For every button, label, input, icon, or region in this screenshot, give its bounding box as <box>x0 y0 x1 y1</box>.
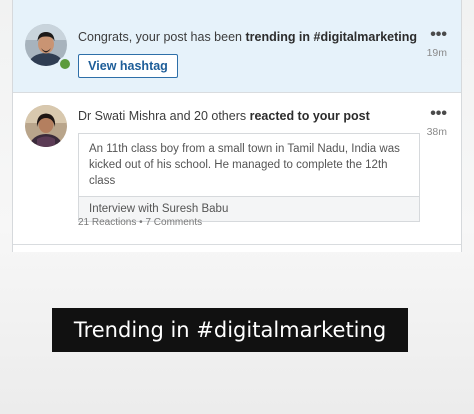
notifications-panel: Congrats, your post has been trending in… <box>12 0 462 252</box>
comments-count[interactable]: 7 Comments <box>145 217 202 228</box>
reactions-count[interactable]: 21 Reactions <box>78 217 136 228</box>
stats-separator: • <box>139 217 143 228</box>
notification-text-prefix: Dr Swati Mishra and 20 others <box>78 109 250 123</box>
avatar[interactable] <box>25 105 67 147</box>
notification-text-bold: trending in #digitalmarketing <box>245 30 418 44</box>
notification-timestamp: 19m <box>426 47 447 59</box>
online-status-indicator <box>58 57 72 71</box>
post-preview-card[interactable]: An 11th class boy from a small town in T… <box>78 133 420 222</box>
notification-text[interactable]: Congrats, your post has been trending in… <box>78 29 417 45</box>
notification-text[interactable]: Dr Swati Mishra and 20 others reacted to… <box>78 108 370 124</box>
more-options-icon[interactable]: ••• <box>430 106 447 122</box>
notification-trending[interactable]: Congrats, your post has been trending in… <box>13 0 461 93</box>
notification-timestamp: 38m <box>426 126 447 138</box>
notification-reactions[interactable]: Dr Swati Mishra and 20 others reacted to… <box>13 93 461 245</box>
notification-text-bold: reacted to your post <box>249 109 370 123</box>
more-options-icon[interactable]: ••• <box>430 27 447 43</box>
view-hashtag-button[interactable]: View hashtag <box>78 54 178 78</box>
post-excerpt: An 11th class boy from a small town in T… <box>89 143 400 187</box>
caption-banner: Trending in #digitalmarketing <box>52 308 408 352</box>
notification-text-prefix: Congrats, your post has been <box>78 30 246 44</box>
post-stats: 21 Reactions • 7 Comments <box>78 217 202 228</box>
